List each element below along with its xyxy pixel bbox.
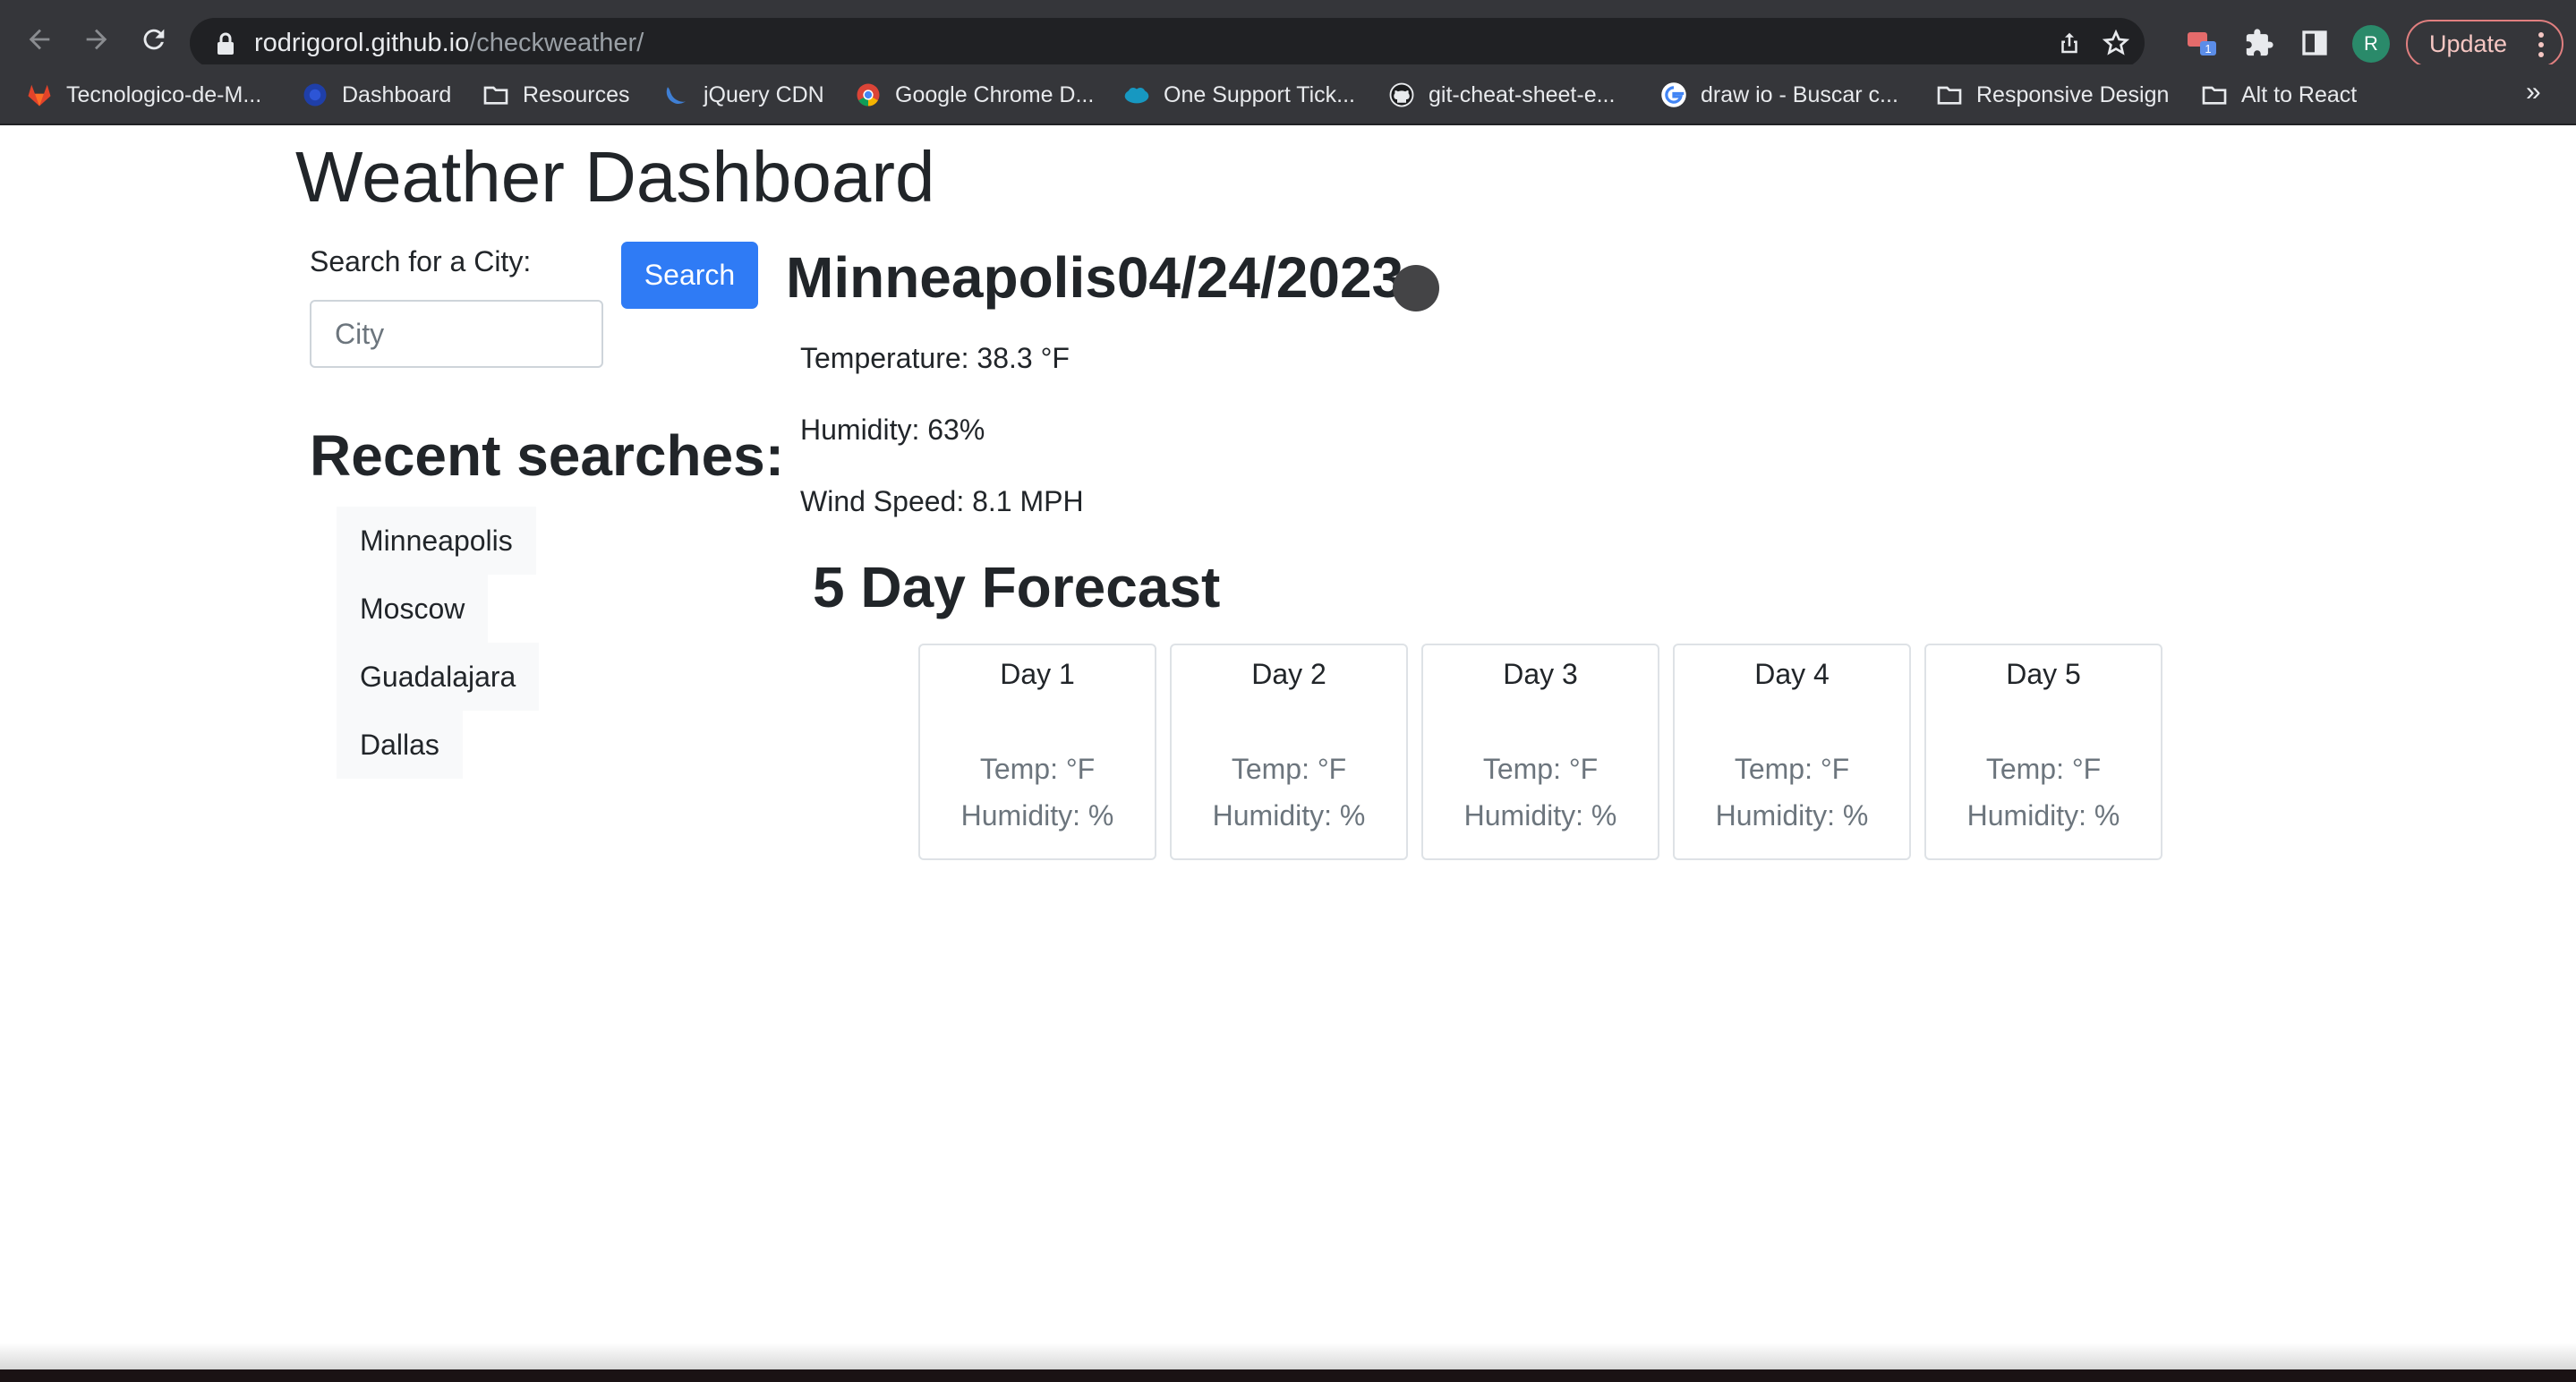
forward-button[interactable]: [77, 20, 116, 59]
update-button[interactable]: Update: [2406, 20, 2563, 68]
window-bottom-shadow: [0, 1343, 2576, 1369]
page-content: Weather Dashboard Search for a City: Sea…: [0, 125, 2576, 1369]
bookmark-item[interactable]: Alt to React: [2200, 79, 2357, 111]
current-city-heading: Minneapolis04/24/2023: [786, 245, 1404, 310]
bookmark-label: Resources: [523, 81, 630, 107]
bookmark-label: Responsive Design: [1976, 81, 2170, 107]
forward-arrow-icon: [86, 29, 107, 50]
current-wind-speed: Wind Speed: 8.1 MPH: [800, 485, 1084, 517]
bookmarks-bar: Tecnologico-de-M... Dashboard Resources …: [0, 64, 2576, 125]
forecast-humidity: Humidity: %: [1212, 799, 1366, 832]
forecast-card: Day 2 Temp: °F Humidity: %: [1170, 644, 1408, 860]
folder-icon: [2200, 81, 2229, 109]
extensions-puzzle-icon[interactable]: [2241, 25, 2277, 61]
address-bar[interactable]: rodrigorol.github.io/checkweather/: [190, 18, 2145, 68]
jquery-icon: [662, 81, 691, 109]
recent-search-item[interactable]: Dallas: [337, 711, 463, 779]
browser-toolbar: rodrigorol.github.io/checkweather/ 1 R U…: [0, 7, 2576, 68]
chrome-icon: [854, 81, 883, 109]
forecast-day-label: Day 2: [1251, 658, 1326, 690]
bookmark-item[interactable]: Tecnologico-de-M...: [25, 79, 261, 111]
reload-icon: [143, 29, 165, 50]
bookmark-label: draw io - Buscar c...: [1701, 81, 1898, 107]
bookmark-item[interactable]: jQuery CDN: [662, 79, 824, 111]
forecast-temp: Temp: °F: [1482, 753, 1599, 785]
share-icon[interactable]: [2053, 27, 2086, 59]
back-button[interactable]: [20, 20, 59, 59]
lock-icon: [218, 32, 234, 55]
folder-icon: [1935, 81, 1964, 109]
page-title: Weather Dashboard: [295, 137, 935, 217]
bookmark-item[interactable]: One Support Tick...: [1122, 79, 1355, 111]
bookmarks-overflow-button[interactable]: »: [2526, 77, 2541, 107]
google-icon: [1659, 81, 1688, 109]
current-temperature: Temperature: 38.3 °F: [800, 342, 1070, 374]
forecast-humidity: Humidity: %: [1463, 799, 1617, 832]
forecast-humidity: Humidity: %: [1966, 799, 2120, 832]
bookmark-label: Alt to React: [2241, 81, 2358, 107]
bookmark-item[interactable]: git-cheat-sheet-e...: [1387, 79, 1615, 111]
bookmark-item[interactable]: Google Chrome D...: [854, 79, 1094, 111]
update-label: Update: [2429, 30, 2508, 57]
weather-icon: [1393, 265, 1439, 311]
forecast-title: 5 Day Forecast: [813, 555, 1221, 619]
bookmark-label: Dashboard: [342, 81, 452, 107]
forecast-temp: Temp: °F: [1734, 753, 1850, 785]
extension-badge: 1: [2205, 42, 2211, 55]
forecast-card: Day 5 Temp: °F Humidity: %: [1924, 644, 2162, 860]
desktop-bottom-edge: [0, 1369, 2576, 1382]
bookmark-star-icon[interactable]: [2100, 27, 2132, 59]
salesforce-icon: [1122, 81, 1151, 109]
back-arrow-icon: [29, 29, 50, 50]
forecast-card: Day 1 Temp: °F Humidity: %: [918, 644, 1156, 860]
recent-search-item[interactable]: Guadalajara: [337, 643, 540, 711]
extension-icon[interactable]: 1: [2184, 25, 2220, 61]
search-label: Search for a City:: [310, 245, 532, 277]
gitlab-icon: [25, 81, 54, 109]
recent-search-item[interactable]: Minneapolis: [337, 507, 536, 575]
recent-searches-list: Minneapolis Moscow Guadalajara Dallas: [337, 507, 540, 779]
forecast-day-label: Day 3: [1503, 658, 1578, 690]
bookmark-label: One Support Tick...: [1164, 81, 1355, 107]
bookmark-item[interactable]: draw io - Buscar c...: [1659, 79, 1898, 111]
active-tab[interactable]: [0, 0, 2576, 7]
city-search-input[interactable]: [310, 300, 603, 368]
bookmark-label: Tecnologico-de-M...: [66, 81, 262, 107]
bookmark-item[interactable]: Responsive Design: [1935, 79, 2169, 111]
current-humidity: Humidity: 63%: [800, 414, 985, 446]
forecast-humidity: Humidity: %: [960, 799, 1114, 832]
dashboard-icon: [301, 81, 329, 109]
forecast-card: Day 4 Temp: °F Humidity: %: [1673, 644, 1911, 860]
forecast-card: Day 3 Temp: °F Humidity: %: [1421, 644, 1659, 860]
more-vert-icon: [2538, 32, 2544, 57]
side-panel-icon[interactable]: [2297, 25, 2333, 61]
folder-icon: [482, 81, 510, 109]
bookmark-label: git-cheat-sheet-e...: [1429, 81, 1616, 107]
forecast-day-label: Day 1: [1000, 658, 1075, 690]
reload-button[interactable]: [134, 20, 174, 59]
search-button[interactable]: Search: [621, 242, 758, 309]
url-text: rodrigorol.github.io/checkweather/: [254, 29, 644, 57]
github-icon: [1387, 81, 1416, 109]
forecast-temp: Temp: °F: [1985, 753, 2102, 785]
recent-search-item[interactable]: Moscow: [337, 575, 489, 643]
url-host: rodrigorol.github.io: [254, 29, 470, 57]
profile-avatar[interactable]: R: [2352, 25, 2390, 63]
forecast-day-label: Day 4: [1754, 658, 1830, 690]
recent-searches-title: Recent searches:: [310, 423, 785, 488]
forecast-day-label: Day 5: [2006, 658, 2081, 690]
tab-strip: [0, 0, 2576, 7]
forecast-temp: Temp: °F: [1231, 753, 1347, 785]
bookmark-item[interactable]: Dashboard: [301, 79, 451, 111]
bookmark-label: Google Chrome D...: [895, 81, 1095, 107]
forecast-humidity: Humidity: %: [1715, 799, 1869, 832]
url-path: /checkweather/: [469, 29, 644, 57]
bookmark-label: jQuery CDN: [704, 81, 824, 107]
bookmark-item[interactable]: Resources: [482, 79, 630, 111]
forecast-temp: Temp: °F: [979, 753, 1096, 785]
